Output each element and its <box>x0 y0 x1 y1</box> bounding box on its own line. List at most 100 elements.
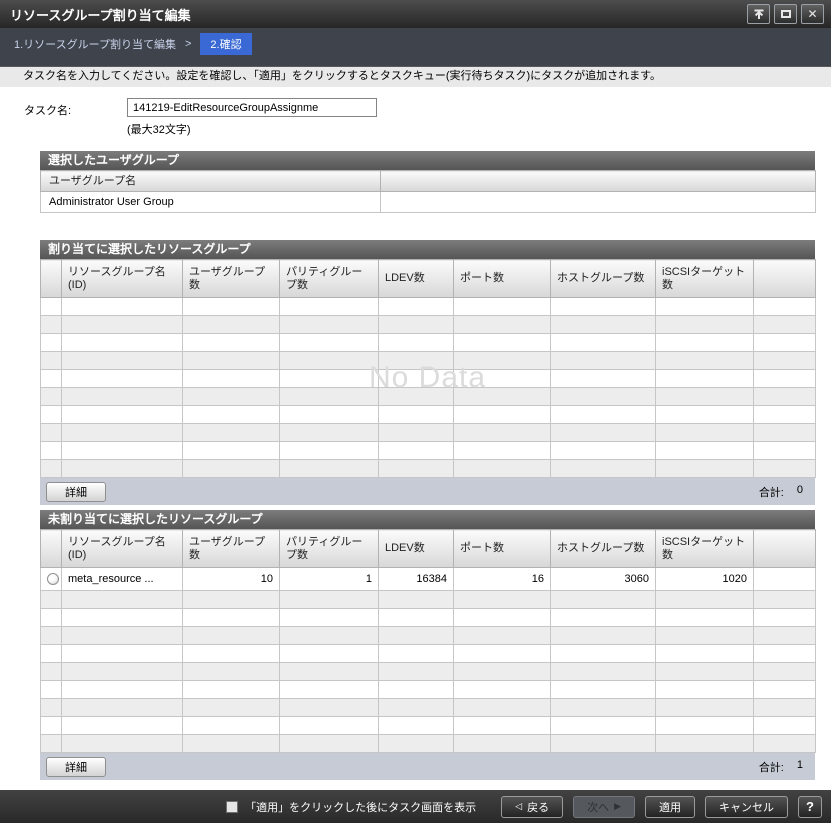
empty-cell <box>280 699 379 717</box>
instruction-text: タスク名を入力してください。設定を確認し、「適用」をクリックするとタスクキュー(… <box>0 66 831 87</box>
empty-cell <box>62 663 183 681</box>
empty-cell <box>183 645 280 663</box>
assign-detail-button[interactable]: 詳細 <box>46 482 106 502</box>
empty-cell <box>41 352 62 370</box>
empty-cell <box>183 442 280 460</box>
close-icon: ✕ <box>807 8 817 20</box>
empty-cell <box>379 370 454 388</box>
rollup-button[interactable] <box>747 4 770 24</box>
next-button-label: 次へ <box>587 799 609 815</box>
empty-cell <box>656 609 754 627</box>
column-header-iscsi-targets: iSCSIターゲット数 <box>656 530 754 568</box>
empty-cell <box>454 316 551 334</box>
assign-table-footer: 詳細 合計: 0 <box>40 478 815 505</box>
empty-cell <box>754 627 816 645</box>
cancel-button[interactable]: キャンセル <box>705 796 788 818</box>
empty-cell <box>62 735 183 753</box>
empty-cell <box>454 627 551 645</box>
maximize-icon <box>781 10 791 18</box>
empty-cell <box>41 717 62 735</box>
apply-button[interactable]: 適用 <box>645 796 695 818</box>
empty-row <box>41 334 816 352</box>
table-row-meta-resource: meta_resource ... 10 1 16384 16 3060 102… <box>41 568 816 591</box>
empty-cell <box>280 681 379 699</box>
empty-cell <box>656 645 754 663</box>
empty-cell <box>754 460 816 478</box>
empty-cell <box>754 316 816 334</box>
back-button[interactable]: ◁ 戻る <box>501 796 563 818</box>
task-name-input[interactable] <box>127 98 377 117</box>
column-header-select <box>41 260 62 298</box>
empty-cell <box>656 627 754 645</box>
empty-cell <box>551 442 656 460</box>
empty-cell <box>454 591 551 609</box>
empty-row <box>41 717 816 735</box>
empty-cell <box>754 681 816 699</box>
empty-cell <box>280 334 379 352</box>
empty-cell <box>280 370 379 388</box>
column-header-parity-groups: パリティグループ数 <box>280 530 379 568</box>
empty-cell <box>656 681 754 699</box>
empty-cell <box>656 316 754 334</box>
empty-cell <box>551 388 656 406</box>
help-button[interactable]: ? <box>798 796 822 818</box>
empty-cell <box>62 699 183 717</box>
selected-user-group-table: ユーザグループ名 Administrator User Group <box>40 170 816 213</box>
empty-cell <box>551 424 656 442</box>
task-name-hint: (最大32文字) <box>127 121 377 137</box>
close-button[interactable]: ✕ <box>801 4 824 24</box>
empty-cell <box>280 591 379 609</box>
row-radio-button[interactable] <box>47 573 59 585</box>
column-header-iscsi-targets: iSCSIターゲット数 <box>656 260 754 298</box>
empty-cell <box>41 645 62 663</box>
assign-total-label: 合計: <box>759 484 784 500</box>
empty-cell <box>454 370 551 388</box>
empty-cell <box>41 370 62 388</box>
empty-cell <box>183 699 280 717</box>
empty-cell <box>280 735 379 753</box>
empty-cell <box>454 609 551 627</box>
empty-cell <box>183 735 280 753</box>
empty-cell <box>551 663 656 681</box>
empty-row <box>41 735 816 753</box>
window-title: リソースグループ割り当て編集 <box>10 5 747 24</box>
empty-cell <box>454 699 551 717</box>
empty-cell <box>754 735 816 753</box>
empty-cell <box>62 424 183 442</box>
back-arrow-icon: ◁ <box>515 802 522 811</box>
empty-cell <box>379 406 454 424</box>
empty-cell <box>454 352 551 370</box>
table-row: Administrator User Group <box>41 192 816 213</box>
empty-cell <box>656 298 754 316</box>
show-task-screen-label: 「適用」をクリックした後にタスク画面を表示 <box>245 799 476 815</box>
breadcrumb-step-1[interactable]: 1.リソースグループ割り当て編集 <box>14 36 176 52</box>
show-task-screen-checkbox[interactable] <box>226 801 238 813</box>
unassign-detail-button[interactable]: 詳細 <box>46 757 106 777</box>
column-header-user-group-name: ユーザグループ名 <box>41 171 381 192</box>
empty-cell <box>41 334 62 352</box>
empty-cell <box>183 406 280 424</box>
empty-cell <box>454 406 551 424</box>
empty-cell <box>379 442 454 460</box>
bottom-action-bar: 「適用」をクリックした後にタスク画面を表示 ◁ 戻る 次へ ▶ 適用 キャンセル… <box>0 790 831 823</box>
column-header-empty <box>754 530 816 568</box>
empty-cell <box>62 460 183 478</box>
empty-cell <box>656 699 754 717</box>
empty-cell <box>551 298 656 316</box>
next-button: 次へ ▶ <box>573 796 635 818</box>
empty-cell <box>379 681 454 699</box>
empty-cell <box>379 609 454 627</box>
unassign-table-body: meta_resource ... 10 1 16384 16 3060 102… <box>41 568 816 753</box>
empty-cell <box>62 645 183 663</box>
empty-cell <box>754 663 816 681</box>
empty-cell <box>280 352 379 370</box>
unassign-section-title: 未割り当てに選択したリソースグループ <box>40 510 815 529</box>
empty-row <box>41 370 816 388</box>
empty-cell <box>280 609 379 627</box>
maximize-button[interactable] <box>774 4 797 24</box>
assign-resource-group-table: リソースグループ名 (ID) ユーザグループ数 パリティグループ数 LDEV数 … <box>40 259 816 478</box>
empty-cell <box>551 460 656 478</box>
column-header-rg-name: リソースグループ名 (ID) <box>62 530 183 568</box>
empty-cell <box>62 352 183 370</box>
empty-cell <box>183 388 280 406</box>
